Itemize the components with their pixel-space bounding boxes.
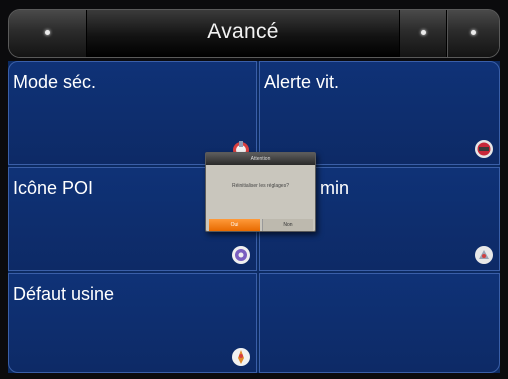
- tile-safety-mode[interactable]: Mode séc.: [8, 61, 257, 165]
- dialog-message: Réinitialiser les réglages?: [232, 183, 289, 189]
- speed-alert-icon: [475, 140, 493, 158]
- tile-label: Mode séc.: [13, 72, 97, 92]
- back-button[interactable]: [9, 10, 87, 57]
- tile-empty: [259, 273, 500, 373]
- dialog-title: Attention: [206, 153, 315, 165]
- next-icon: [471, 30, 476, 35]
- yes-button[interactable]: Oui: [209, 219, 260, 231]
- tile-factory-reset[interactable]: Défaut usine: [8, 273, 257, 373]
- tile-speed-alert[interactable]: Alerte vit.: [259, 61, 500, 165]
- tile-label: Alerte vit.: [264, 72, 340, 92]
- route-icon: [475, 246, 493, 264]
- factory-reset-icon: [232, 348, 250, 366]
- back-icon: [45, 30, 50, 35]
- confirm-dialog: Attention Réinitialiser les réglages? Ou…: [205, 152, 316, 232]
- top-bar: Avancé: [8, 9, 500, 58]
- next-page-button[interactable]: [447, 10, 499, 57]
- screen: Avancé Mode séc. Alerte vit. Icône POI m…: [0, 0, 508, 379]
- previous-icon: [421, 30, 426, 35]
- tile-label: min: [320, 178, 350, 198]
- poi-icon: [232, 246, 250, 264]
- tile-label: Défaut usine: [13, 284, 115, 304]
- tile-label: Icône POI: [13, 178, 94, 198]
- page-title: Avancé: [207, 20, 279, 43]
- previous-page-button[interactable]: [399, 10, 447, 57]
- no-button[interactable]: Non: [262, 219, 313, 231]
